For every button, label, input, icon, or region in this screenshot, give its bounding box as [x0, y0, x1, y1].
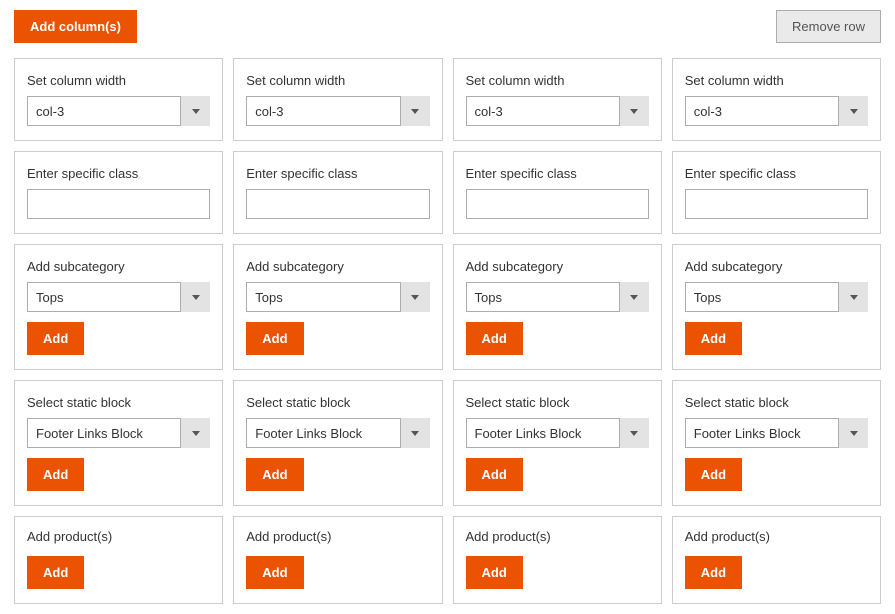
add-static-block-button[interactable]: Add — [27, 458, 84, 491]
add-products-button[interactable]: Add — [466, 556, 523, 589]
static-block-label: Select static block — [27, 395, 210, 410]
subcategory-value: Tops — [36, 290, 63, 305]
static-block-value: Footer Links Block — [475, 426, 582, 441]
subcategory-value: Tops — [694, 290, 721, 305]
chevron-down-icon — [180, 282, 210, 312]
column-width-label: Set column width — [27, 73, 210, 88]
column-width-value: col-3 — [475, 104, 503, 119]
specific-class-label: Enter specific class — [466, 166, 649, 181]
column: Set column width col-3 Enter specific clas… — [453, 58, 662, 604]
chevron-down-icon — [619, 282, 649, 312]
add-products-label: Add product(s) — [685, 529, 868, 544]
add-products-label: Add product(s) — [466, 529, 649, 544]
add-products-label: Add product(s) — [246, 529, 429, 544]
column-width-value: col-3 — [36, 104, 64, 119]
specific-class-label: Enter specific class — [27, 166, 210, 181]
column-width-label: Set column width — [466, 73, 649, 88]
chevron-down-icon — [838, 418, 868, 448]
column: Set column width col-3 Enter specific clas… — [14, 58, 223, 604]
subcategory-label: Add subcategory — [27, 259, 210, 274]
specific-class-input[interactable] — [27, 189, 210, 219]
remove-row-button[interactable]: Remove row — [776, 10, 881, 43]
add-products-button[interactable]: Add — [27, 556, 84, 589]
chevron-down-icon — [838, 96, 868, 126]
static-block-label: Select static block — [246, 395, 429, 410]
chevron-down-icon — [400, 96, 430, 126]
subcategory-label: Add subcategory — [246, 259, 429, 274]
chevron-down-icon — [619, 96, 649, 126]
chevron-down-icon — [400, 418, 430, 448]
specific-class-input[interactable] — [685, 189, 868, 219]
chevron-down-icon — [180, 418, 210, 448]
chevron-down-icon — [180, 96, 210, 126]
static-block-value: Footer Links Block — [36, 426, 143, 441]
subcategory-value: Tops — [475, 290, 502, 305]
add-products-button[interactable]: Add — [685, 556, 742, 589]
specific-class-label: Enter specific class — [685, 166, 868, 181]
add-products-button[interactable]: Add — [246, 556, 303, 589]
add-subcategory-button[interactable]: Add — [246, 322, 303, 355]
add-subcategory-button[interactable]: Add — [27, 322, 84, 355]
static-block-value: Footer Links Block — [255, 426, 362, 441]
column-width-label: Set column width — [246, 73, 429, 88]
subcategory-label: Add subcategory — [466, 259, 649, 274]
column: Set column width col-3 Enter specific clas… — [233, 58, 442, 604]
specific-class-input[interactable] — [246, 189, 429, 219]
column-width-label: Set column width — [685, 73, 868, 88]
column-width-value: col-3 — [694, 104, 722, 119]
specific-class-input[interactable] — [466, 189, 649, 219]
static-block-value: Footer Links Block — [694, 426, 801, 441]
chevron-down-icon — [619, 418, 649, 448]
add-static-block-button[interactable]: Add — [246, 458, 303, 491]
chevron-down-icon — [838, 282, 868, 312]
subcategory-label: Add subcategory — [685, 259, 868, 274]
add-subcategory-button[interactable]: Add — [685, 322, 742, 355]
add-subcategory-button[interactable]: Add — [466, 322, 523, 355]
add-columns-button[interactable]: Add column(s) — [14, 10, 137, 43]
static-block-label: Select static block — [685, 395, 868, 410]
add-static-block-button[interactable]: Add — [685, 458, 742, 491]
static-block-label: Select static block — [466, 395, 649, 410]
specific-class-label: Enter specific class — [246, 166, 429, 181]
subcategory-value: Tops — [255, 290, 282, 305]
column: Set column width col-3 Enter specific clas… — [672, 58, 881, 604]
add-products-label: Add product(s) — [27, 529, 210, 544]
column-width-value: col-3 — [255, 104, 283, 119]
chevron-down-icon — [400, 282, 430, 312]
add-static-block-button[interactable]: Add — [466, 458, 523, 491]
